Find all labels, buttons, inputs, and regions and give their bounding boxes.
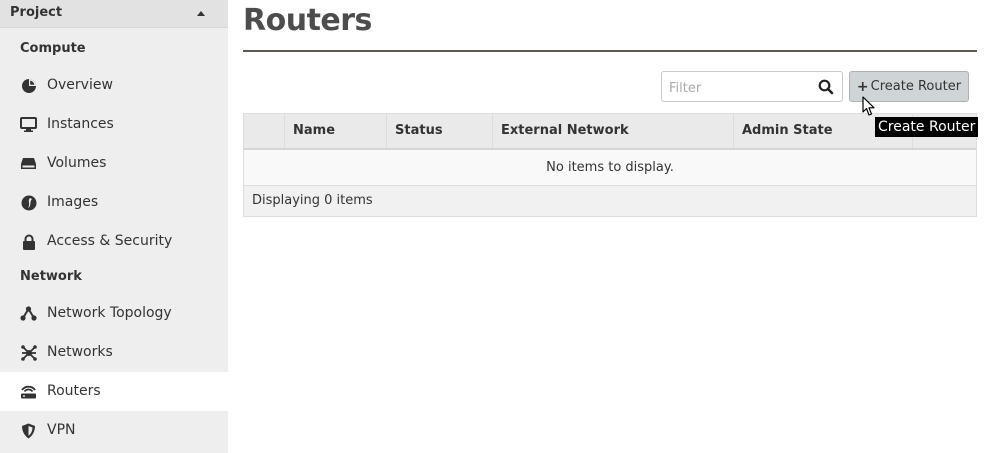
sidebar-item-label: Overview	[47, 77, 113, 93]
sidebar-item-vpn[interactable]: VPN	[0, 411, 228, 450]
section-compute: Compute	[20, 41, 86, 56]
sidebar-item-routers[interactable]: Routers	[0, 372, 228, 411]
table-footer: Displaying 0 items	[244, 186, 976, 216]
shield-icon	[20, 423, 37, 438]
hard-drive-icon	[20, 156, 37, 171]
sidebar-item-label: Instances	[47, 116, 114, 132]
sidebar-item-label: Network Topology	[47, 305, 172, 321]
filter-input[interactable]	[667, 76, 811, 100]
column-status[interactable]: Status	[387, 114, 493, 148]
section-network: Network	[20, 269, 82, 284]
sidebar-item-label: VPN	[47, 422, 76, 438]
lock-icon	[20, 234, 37, 250]
sidebar-item-label: Images	[47, 194, 99, 210]
sidebar-item-network-topology[interactable]: Network Topology	[0, 294, 228, 333]
sidebar-item-instances[interactable]: Instances	[0, 105, 228, 144]
select-all-column[interactable]	[244, 114, 285, 148]
project-dropdown[interactable]: Project	[0, 0, 228, 28]
column-name[interactable]: Name	[285, 114, 387, 148]
sidebar-item-networks[interactable]: Networks	[0, 333, 228, 372]
plus-icon: +	[856, 78, 869, 95]
tooltip: Create Router	[875, 117, 979, 137]
search-icon[interactable]	[817, 78, 835, 96]
monitor-icon	[20, 117, 37, 132]
image-icon	[20, 195, 37, 210]
column-external-network[interactable]: External Network	[493, 114, 734, 148]
topology-icon	[20, 306, 37, 321]
sidebar-item-label: Volumes	[47, 155, 107, 171]
router-icon	[20, 384, 37, 399]
filter-field[interactable]	[661, 71, 843, 102]
pie-chart-icon	[20, 78, 37, 93]
project-label: Project	[10, 5, 63, 20]
sidebar-item-label: Networks	[47, 344, 113, 360]
title-divider	[243, 50, 977, 52]
sidebar-item-access-security[interactable]: Access & Security	[0, 222, 228, 261]
routers-table: Name Status External Network Admin State…	[243, 113, 977, 217]
sidebar-item-label: Access & Security	[47, 233, 173, 249]
sidebar-item-label: Routers	[47, 383, 101, 399]
sidebar-item-images[interactable]: Images	[0, 183, 228, 222]
sidebar: Project Compute Overview Instances Volum…	[0, 0, 228, 453]
page-title: Routers	[243, 3, 372, 38]
network-icon	[20, 344, 37, 361]
caret-up-icon	[197, 11, 205, 16]
mouse-cursor-icon	[862, 96, 876, 121]
sidebar-item-overview[interactable]: Overview	[0, 66, 228, 105]
create-router-label: Create Router	[870, 79, 962, 94]
empty-message: No items to display.	[244, 150, 976, 186]
sidebar-item-volumes[interactable]: Volumes	[0, 144, 228, 183]
